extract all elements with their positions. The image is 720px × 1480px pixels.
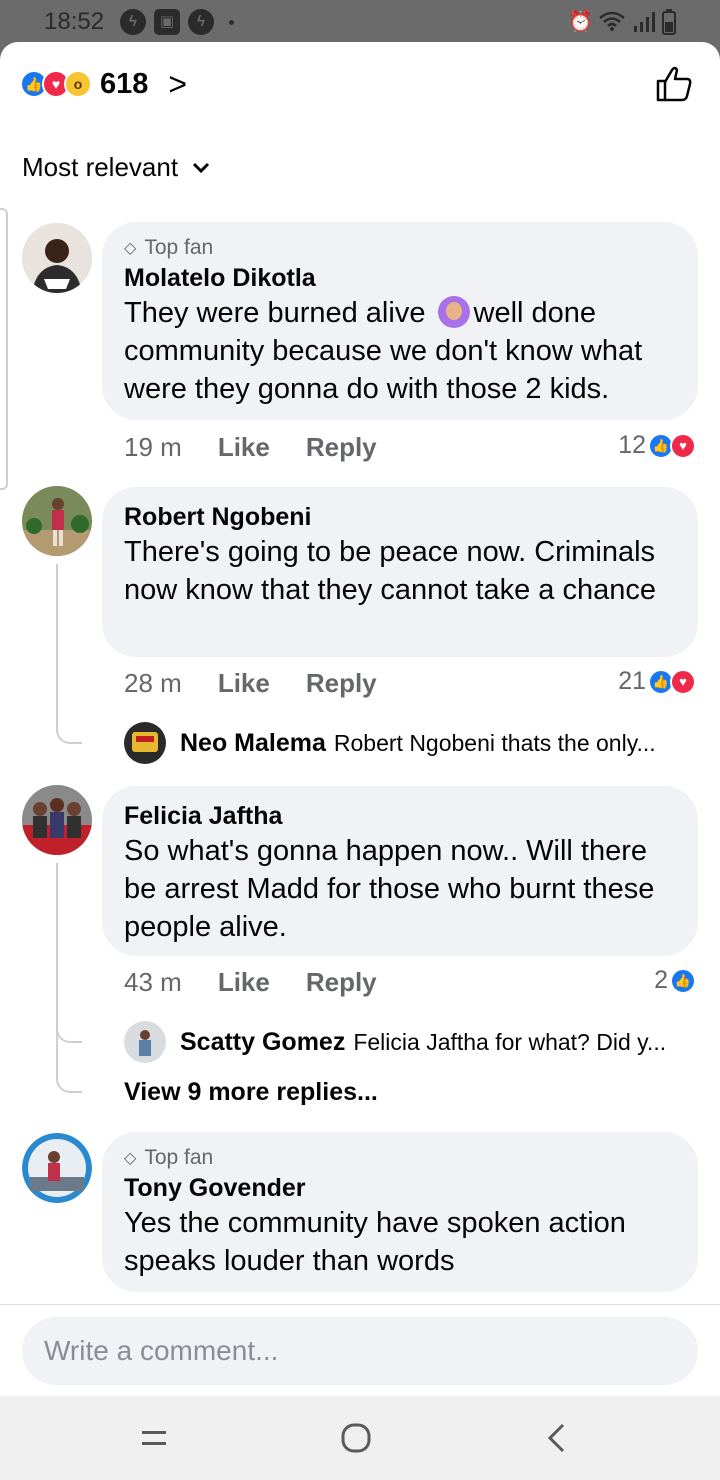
avatar[interactable] (22, 1133, 92, 1203)
reactions-summary[interactable]: 👍 ♥ o 618 > (20, 64, 187, 104)
comment-input[interactable] (22, 1317, 698, 1385)
reaction-count: 618 (100, 67, 149, 100)
comment-text: They were burned alive well done communi… (124, 296, 643, 405)
comments-sheet: 👍 ♥ o 618 > Most relevant ◇ Top fan Mola… (0, 42, 720, 1396)
comment-text: So what's gonna happen now.. Will there … (124, 835, 655, 943)
comment-actions: 28 m Like Reply (124, 668, 377, 699)
comment-author[interactable]: Tony Govender (124, 1172, 676, 1204)
reply-author: Scatty Gomez (180, 1027, 346, 1056)
love-reaction-icon: ♥ (670, 432, 696, 459)
sort-label: Most relevant (22, 152, 179, 182)
signal-icon (634, 12, 655, 32)
comment-text: There's going to be peace now. Criminals… (124, 536, 657, 606)
wifi-icon (599, 11, 625, 31)
reply-button[interactable]: Reply (306, 432, 377, 463)
alarm-icon: ⏰ (568, 11, 593, 33)
battery-icon (662, 9, 676, 35)
recent-apps-button[interactable] (134, 1418, 174, 1458)
status-bar: 18:52 ϟ ▣ ϟ ⏰ (0, 0, 720, 44)
like-post-button[interactable] (654, 64, 694, 104)
comment-text: Yes the community have spoken action spe… (124, 1207, 626, 1277)
comment-author[interactable]: Molatelo Dikotla (124, 262, 676, 294)
home-button[interactable] (336, 1418, 376, 1458)
view-more-replies-link[interactable]: View 9 more replies... (124, 1078, 378, 1107)
comment-time: 43 m (124, 967, 182, 997)
status-dot (229, 20, 234, 25)
love-reaction-icon: ♥ (670, 668, 696, 695)
reply-snippet: Felicia Jaftha for what? Did y... (353, 1028, 667, 1055)
like-reaction-icon: 👍 (670, 967, 696, 994)
reply-button[interactable]: Reply (306, 668, 377, 699)
image-icon: ▣ (154, 9, 180, 35)
reply-preview[interactable]: Scatty Gomez Felicia Jaftha for what? Di… (124, 1021, 666, 1063)
comment-composer (0, 1304, 720, 1396)
avatar[interactable] (22, 785, 92, 855)
diamond-icon: ◇ (124, 1150, 137, 1167)
thread-line (56, 564, 82, 744)
comment-reactions[interactable]: 21 👍 ♥ (618, 667, 696, 696)
back-button[interactable] (538, 1418, 578, 1458)
comment-author[interactable]: Robert Ngobeni (124, 501, 676, 533)
chevron-down-icon (193, 162, 210, 173)
woman-emoji-icon (437, 296, 470, 328)
reply-button[interactable]: Reply (306, 967, 377, 998)
reply-snippet: Robert Ngobeni thats the only... (333, 729, 656, 756)
avatar[interactable] (22, 486, 92, 556)
wow-reaction-icon: o (64, 70, 92, 98)
avatar (124, 1021, 166, 1063)
like-button[interactable]: Like (218, 432, 270, 463)
notification-icon: ϟ (188, 9, 214, 35)
thread-line (56, 863, 82, 1093)
avatar[interactable] (22, 223, 92, 293)
comment-bubble[interactable]: Felicia Jaftha So what's gonna happen no… (102, 786, 698, 956)
reply-author: Neo Malema (180, 728, 326, 757)
messenger-icon: ϟ (120, 9, 146, 35)
reply-preview[interactable]: Neo Malema Robert Ngobeni thats the only… (124, 722, 656, 764)
comment-actions: 43 m Like Reply (124, 967, 377, 998)
avatar (124, 722, 166, 764)
comment-bubble[interactable]: ◇ Top fan Tony Govender Yes the communit… (102, 1132, 698, 1292)
system-nav-bar (0, 1396, 720, 1480)
chevron-right-icon: > (168, 65, 188, 102)
sort-dropdown[interactable]: Most relevant (22, 152, 210, 183)
status-time: 18:52 (44, 8, 105, 35)
diamond-icon: ◇ (124, 240, 137, 257)
comment-time: 19 m (124, 432, 182, 462)
comment-author[interactable]: Felicia Jaftha (124, 800, 676, 832)
comment-bubble[interactable]: Robert Ngobeni There's going to be peace… (102, 487, 698, 657)
like-button[interactable]: Like (218, 668, 270, 699)
like-button[interactable]: Like (218, 967, 270, 998)
top-fan-badge: ◇ Top fan (124, 1146, 214, 1169)
comment-reactions[interactable]: 2 👍 (654, 966, 696, 995)
comment-reactions[interactable]: 12 👍 ♥ (618, 431, 696, 460)
top-fan-badge: ◇ Top fan (124, 236, 214, 259)
comment-actions: 19 m Like Reply (124, 432, 377, 463)
comment-time: 28 m (124, 668, 182, 698)
comment-bubble[interactable]: ◇ Top fan Molatelo Dikotla They were bur… (102, 222, 698, 420)
scroll-indicator (0, 208, 8, 490)
